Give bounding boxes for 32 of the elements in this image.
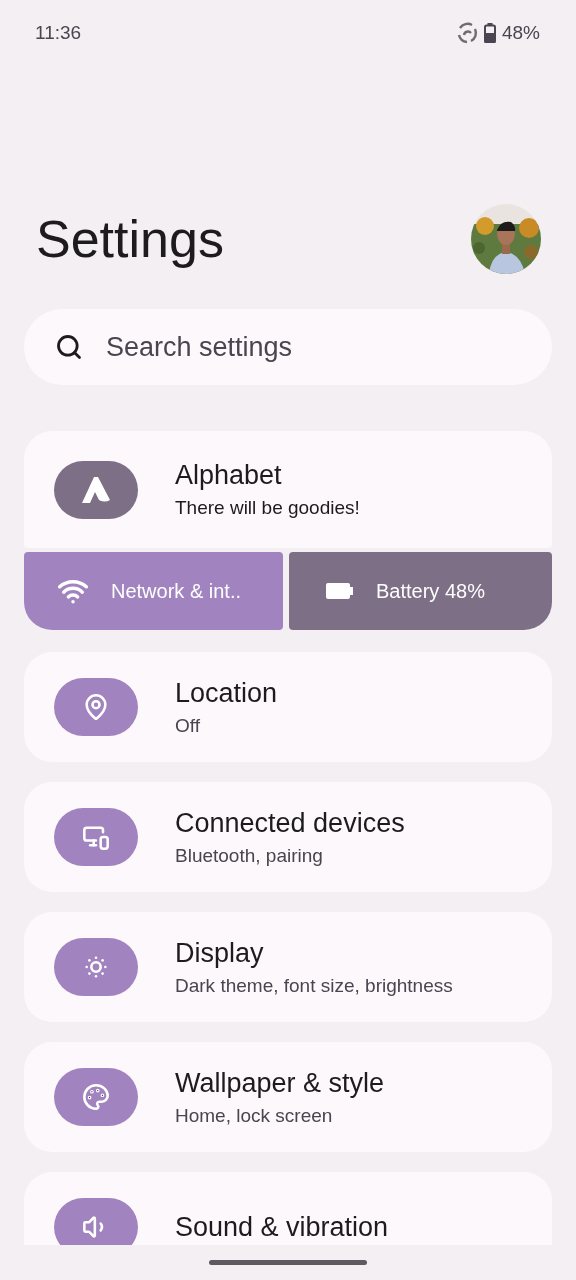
item-subtitle: Home, lock screen bbox=[175, 1104, 334, 1127]
item-subtitle: Bluetooth, pairing bbox=[175, 844, 324, 867]
search-icon bbox=[55, 333, 83, 361]
item-title: Connected devices bbox=[175, 807, 405, 839]
item-title: Sound & vibration bbox=[175, 1211, 389, 1243]
settings-item[interactable]: Display Dark theme, font size, brightness bbox=[24, 912, 552, 1022]
battery-icon bbox=[483, 23, 496, 43]
settings-item[interactable]: Wallpaper & style Home, lock screen bbox=[24, 1042, 552, 1152]
location-pin-icon bbox=[82, 693, 110, 721]
logo-icon bbox=[81, 475, 111, 504]
item-subtitle: Dark theme, font size, brightness bbox=[175, 974, 453, 997]
item-subtitle: Off bbox=[175, 714, 201, 737]
settings-item[interactable]: Location Off bbox=[24, 652, 552, 762]
item-title: Wallpaper & style bbox=[175, 1067, 385, 1099]
item-title: Location bbox=[175, 677, 278, 709]
account-subtitle: There will be goodies! bbox=[175, 497, 360, 519]
item-title: Display bbox=[175, 937, 265, 969]
settings-item[interactable]: Connected devices Bluetooth, pairing bbox=[24, 782, 552, 892]
data-saver-icon bbox=[455, 22, 478, 44]
palette-icon bbox=[82, 1083, 110, 1111]
battery-icon bbox=[326, 582, 354, 600]
devices-icon bbox=[82, 823, 110, 851]
search-field[interactable]: Search settings bbox=[24, 309, 552, 385]
settings-item[interactable]: Sound & vibration bbox=[24, 1172, 552, 1245]
account-name: Alphabet bbox=[175, 460, 283, 491]
page-title: Settings bbox=[36, 209, 224, 269]
battery-tile[interactable]: Battery 48% bbox=[289, 552, 552, 630]
tile-label: Network & int.. bbox=[111, 579, 242, 603]
battery-percentage: 48% bbox=[501, 22, 540, 44]
account-card[interactable]: Alphabet There will be goodies! bbox=[24, 431, 552, 548]
status-time: 11:36 bbox=[35, 22, 83, 44]
tile-label: Battery 48% bbox=[376, 579, 485, 603]
